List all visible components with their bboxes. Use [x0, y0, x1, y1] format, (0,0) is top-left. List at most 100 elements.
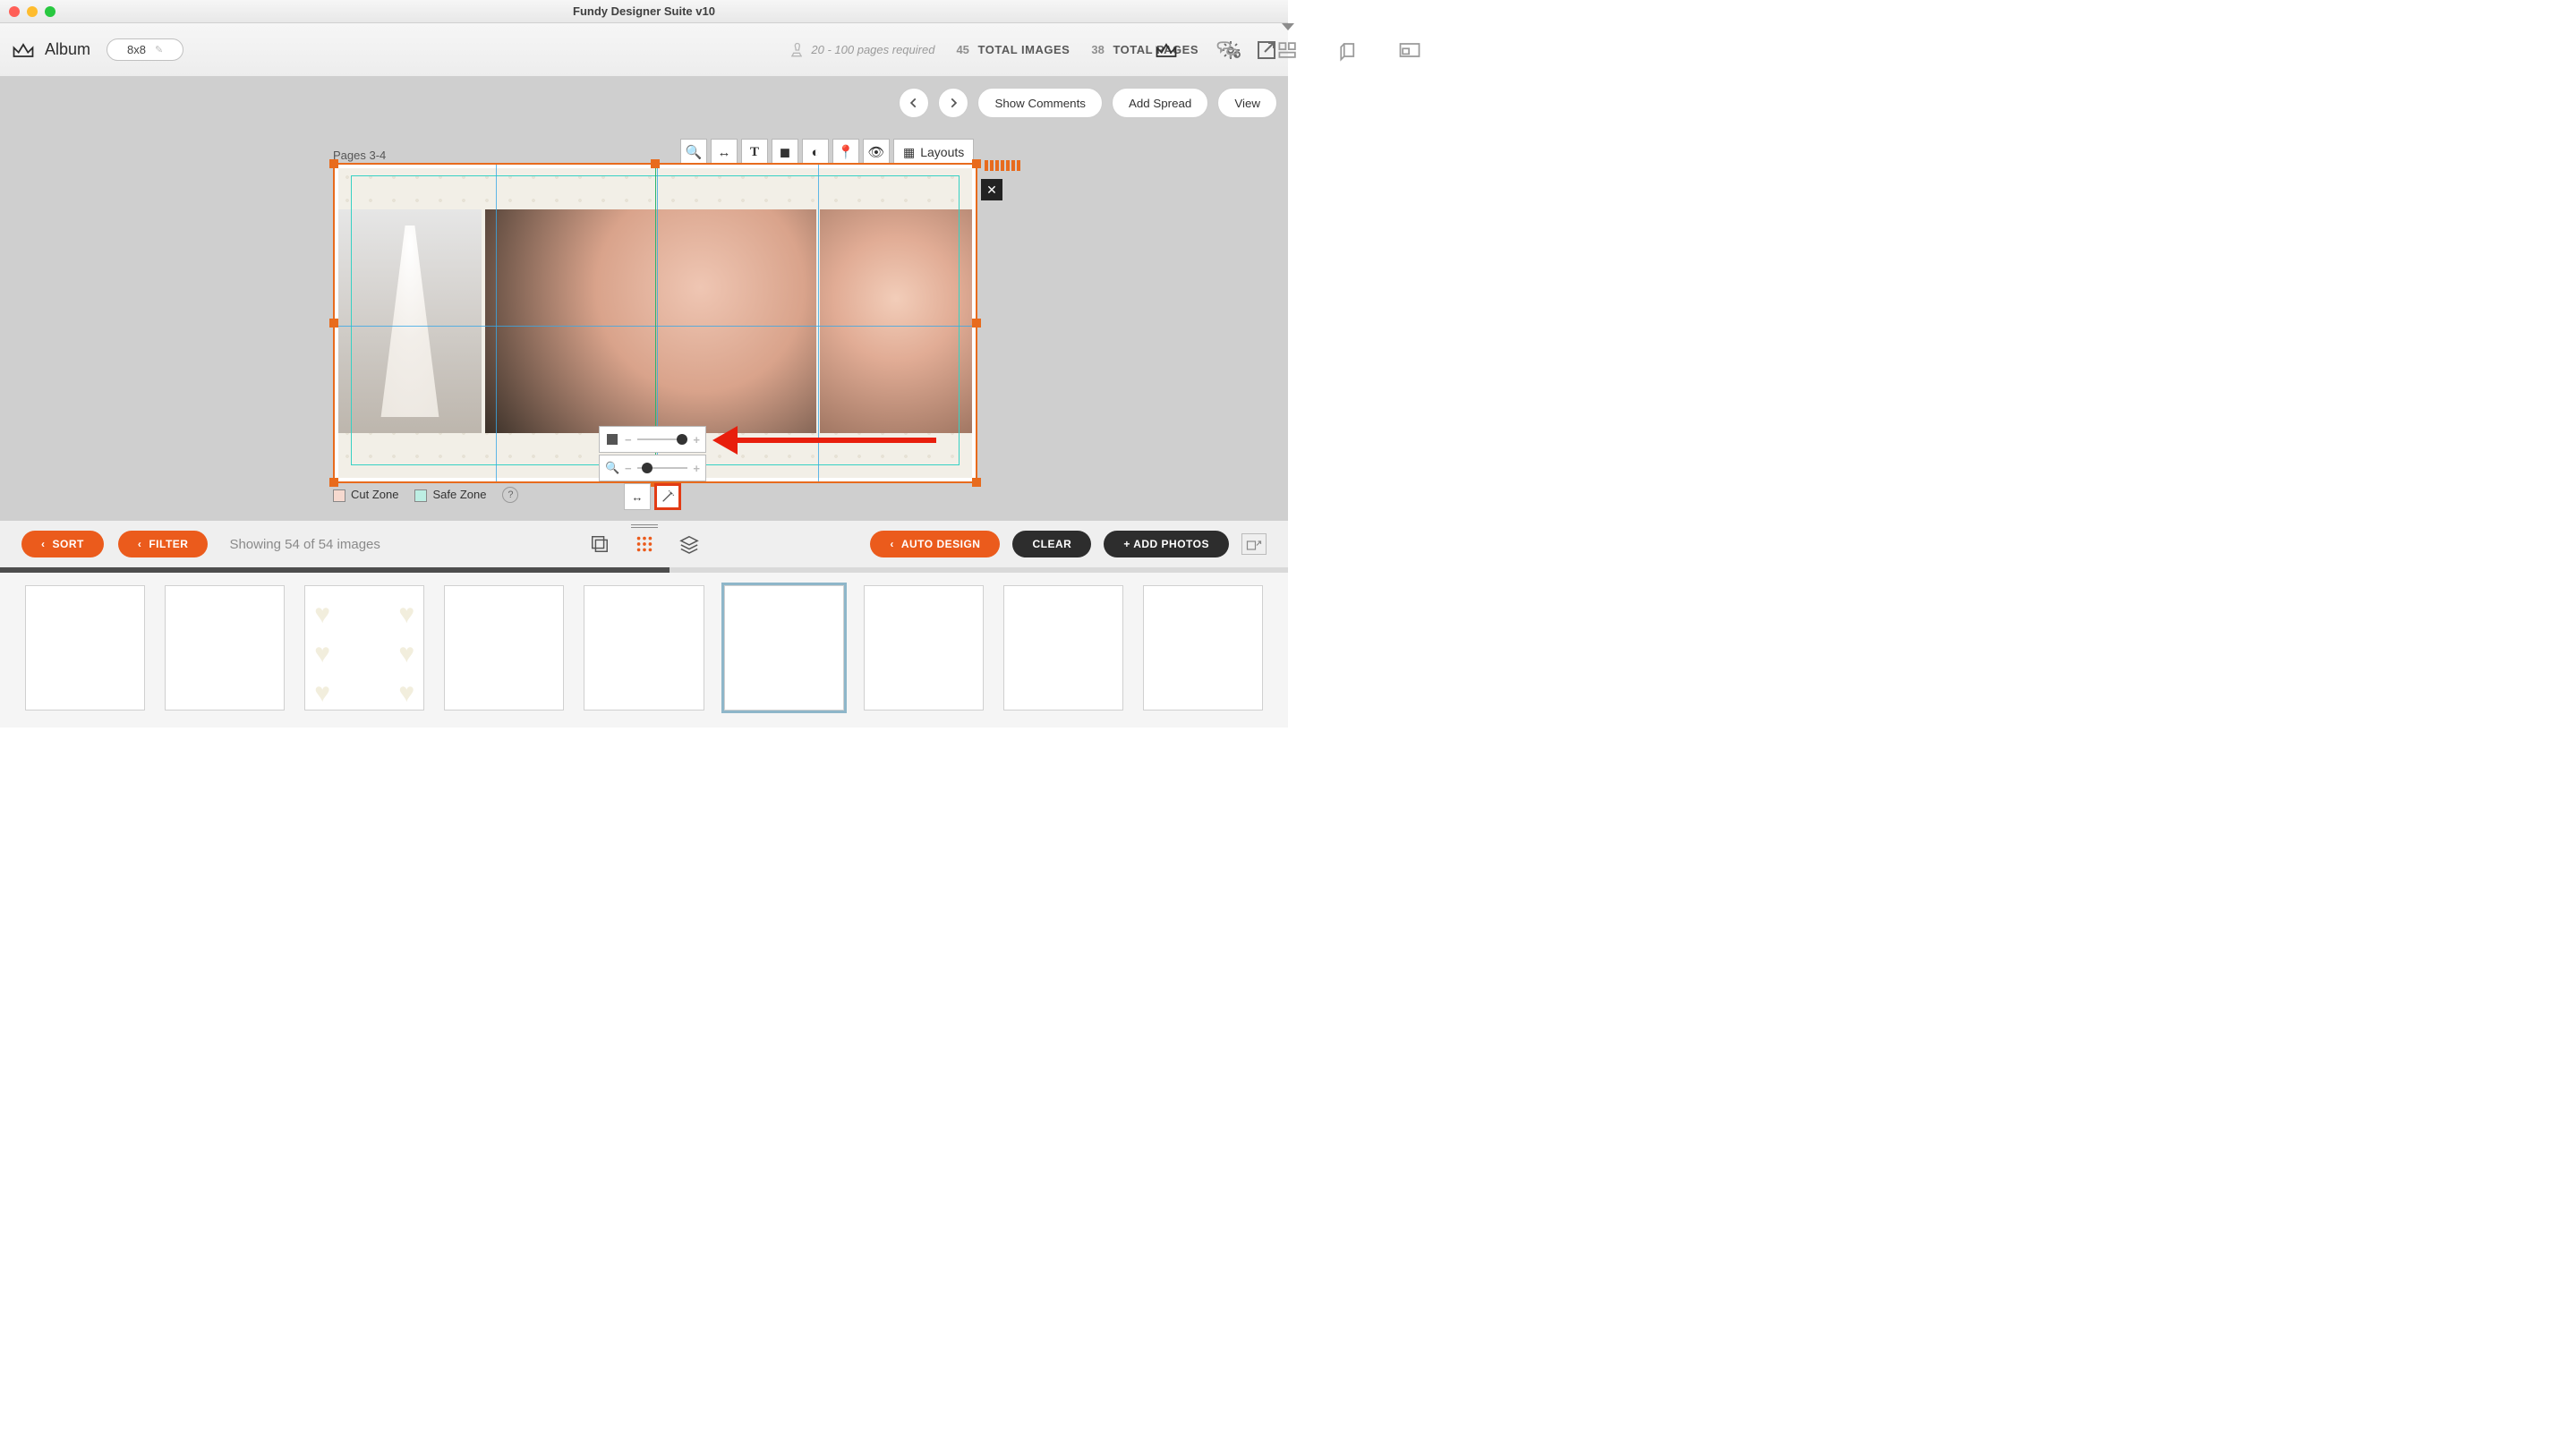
fill-tool-button[interactable]: ◼ — [772, 139, 798, 166]
thumbnail-pattern[interactable] — [304, 585, 424, 710]
photos-mode-icon[interactable] — [590, 534, 610, 554]
patterns-mode-icon[interactable] — [635, 534, 654, 554]
close-window[interactable] — [9, 6, 20, 17]
album-size-selector[interactable]: 8x8 ✎ — [107, 38, 183, 61]
resize-handle[interactable] — [972, 159, 981, 168]
eye-icon: 👁 — [867, 144, 884, 160]
module-wall-art-icon[interactable] — [1273, 37, 1303, 64]
show-comments-button[interactable]: Show Comments — [977, 88, 1102, 118]
image-count-status: Showing 54 of 54 images — [229, 537, 380, 552]
sort-button[interactable]: ‹ SORT — [21, 531, 104, 557]
thumbnail-pattern[interactable] — [724, 585, 844, 710]
filter-button[interactable]: ‹ FILTER — [118, 531, 209, 557]
thumbnail-pattern[interactable] — [864, 585, 984, 710]
swap-tool-button[interactable]: ↔ — [711, 139, 738, 166]
clear-button[interactable]: CLEAR — [1012, 531, 1091, 557]
safe-zone-legend: Safe Zone — [414, 488, 486, 502]
resize-handle[interactable] — [651, 159, 660, 168]
grid-icon: ▦ — [903, 145, 915, 160]
add-spread-button[interactable]: Add Spread — [1112, 88, 1208, 118]
pin-tool-button[interactable]: 📍 — [832, 139, 859, 166]
zoom-tool-button[interactable]: 🔍 — [680, 139, 707, 166]
total-images: 45 TOTAL IMAGES — [956, 43, 1070, 56]
magnifier-icon: 🔍 — [686, 144, 703, 160]
text-tool-button[interactable]: T — [741, 139, 768, 166]
module-indicator-icon — [1282, 23, 1294, 30]
chevron-right-icon — [947, 97, 960, 109]
view-button[interactable]: View — [1217, 88, 1277, 118]
decrease-icon[interactable]: − — [625, 462, 632, 475]
pin-icon: 📍 — [838, 144, 855, 160]
pages-required-hint: 20 - 100 pages required — [788, 41, 934, 59]
auto-design-button[interactable]: ‹ AUTO DESIGN — [870, 531, 1000, 557]
thumbnail-pattern[interactable] — [1003, 585, 1123, 710]
layers-mode-icon[interactable] — [679, 534, 699, 554]
minimize-window[interactable] — [27, 6, 38, 17]
chevron-left-icon: ‹ — [890, 538, 894, 550]
resize-handle-stack[interactable] — [985, 160, 1020, 171]
module-cards-icon[interactable] — [1334, 37, 1364, 64]
increase-icon[interactable]: + — [693, 462, 700, 475]
guide-line — [496, 165, 497, 481]
thumbnail-pattern[interactable] — [25, 585, 145, 710]
thumbnail-pattern[interactable] — [584, 585, 704, 710]
resize-handle[interactable] — [972, 478, 981, 487]
layouts-label: Layouts — [920, 145, 964, 159]
album-size-value: 8x8 — [127, 43, 146, 56]
resize-handle[interactable] — [329, 319, 338, 328]
app-logo-icon — [11, 40, 36, 60]
magic-wand-button[interactable] — [654, 483, 681, 510]
image-well-toolbar: ‹ SORT ‹ FILTER Showing 54 of 54 images … — [0, 520, 1288, 567]
thumbnail-pattern[interactable] — [1143, 585, 1263, 710]
bw-tool-button[interactable]: ◐ — [802, 139, 829, 166]
well-view-modes — [590, 534, 699, 554]
chevron-left-icon — [908, 97, 920, 109]
opacity-slider-row[interactable]: − + — [599, 426, 706, 453]
thumbnail-strip — [0, 567, 1288, 728]
magnifier-icon: 🔍 — [605, 461, 619, 475]
chevron-left-icon: ‹ — [41, 538, 46, 550]
resize-handle[interactable] — [329, 478, 338, 487]
expand-icon — [1246, 537, 1262, 551]
app-toolbar: Album 8x8 ✎ 20 - 100 pages required 45 T… — [0, 23, 1288, 77]
canvas: Show Comments Add Spread View Pages 3-4 … — [0, 77, 1288, 520]
decrease-icon[interactable]: − — [625, 433, 632, 447]
module-tabs — [1151, 37, 1425, 64]
prev-spread-button[interactable] — [899, 88, 929, 118]
pencil-icon: ✎ — [155, 44, 163, 55]
chevron-left-icon: ‹ — [138, 538, 142, 550]
swap-horizontal-icon: ↔ — [718, 145, 731, 160]
zoom-slider-row[interactable]: 🔍 − + — [599, 455, 706, 481]
flip-horizontal-button[interactable]: ↔ — [624, 483, 651, 510]
module-album-icon[interactable] — [1151, 37, 1181, 64]
text-icon: T — [750, 145, 759, 160]
window-titlebar: Fundy Designer Suite v10 — [0, 0, 1288, 23]
contrast-icon: ◐ — [811, 145, 819, 160]
cut-zone-legend: Cut Zone — [333, 488, 398, 502]
module-website-icon[interactable] — [1395, 37, 1425, 64]
window-controls — [9, 6, 55, 17]
module-comments-icon[interactable] — [1212, 37, 1242, 64]
next-spread-button[interactable] — [938, 88, 968, 118]
drag-grip-icon[interactable] — [631, 523, 658, 528]
layouts-button[interactable]: ▦ Layouts — [893, 139, 974, 166]
visibility-tool-button[interactable]: 👁 — [863, 139, 890, 166]
square-fill-icon: ◼ — [780, 144, 790, 160]
thumbnail-size-toggle[interactable] — [1241, 533, 1267, 555]
close-icon: ✕ — [986, 183, 997, 198]
resize-handle[interactable] — [972, 319, 981, 328]
opacity-slider[interactable] — [637, 438, 688, 440]
increase-icon[interactable]: + — [693, 433, 700, 447]
help-icon[interactable]: ? — [502, 487, 518, 503]
window-title: Fundy Designer Suite v10 — [0, 4, 1288, 18]
zoom-window[interactable] — [45, 6, 55, 17]
thumbnail-pattern[interactable] — [165, 585, 285, 710]
strip-scrollbar[interactable] — [0, 567, 1288, 573]
resize-handle[interactable] — [329, 159, 338, 168]
add-photos-button[interactable]: + ADD PHOTOS — [1104, 531, 1229, 557]
tutorial-arrow — [712, 430, 936, 451]
pages-label: Pages 3-4 — [333, 149, 386, 162]
thumbnail-pattern[interactable] — [444, 585, 564, 710]
delete-spread-button[interactable]: ✕ — [981, 179, 1002, 200]
zoom-slider[interactable] — [637, 467, 688, 469]
